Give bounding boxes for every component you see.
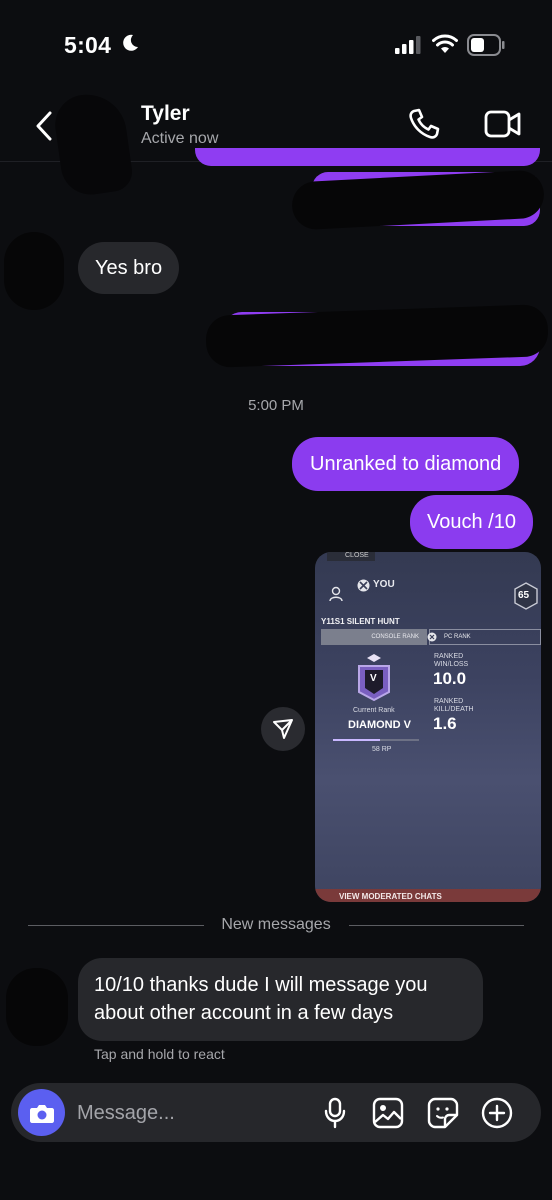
user-icon [329, 586, 343, 602]
level-value: 65 [518, 590, 530, 601]
rank-progress-fill [333, 739, 381, 741]
rank-points: 58 RP [372, 746, 392, 753]
redacted-message [195, 148, 540, 166]
message-text: Unranked to diamond [310, 453, 502, 475]
status-bar: 5:04 [0, 0, 552, 90]
avatar [6, 968, 68, 1046]
winloss-label: WIN/LOSS [434, 661, 469, 668]
message-bubble-incoming[interactable]: Yes bro [78, 242, 180, 294]
wifi-icon [432, 34, 458, 53]
camera-button[interactable] [18, 1089, 65, 1136]
avatar[interactable] [51, 89, 135, 199]
message-bubble-incoming[interactable]: 10/10 thanks dude I will message you abo… [78, 958, 483, 1041]
xbox-icon [357, 579, 370, 592]
share-button[interactable] [261, 707, 305, 751]
phone-icon[interactable] [406, 106, 442, 142]
game-season-title: Y11S1 SILENT HUNT [321, 617, 400, 626]
contact-status: Active now [141, 130, 219, 147]
message-timestamp: 5:00 PM [248, 397, 304, 414]
avatar [4, 232, 64, 310]
killdeath-value: 1.6 [433, 714, 457, 733]
sticker-icon[interactable] [427, 1097, 459, 1129]
game-you-label: YOU [373, 579, 395, 590]
rank-tabs: CONSOLE RANK PC RANK [321, 629, 541, 645]
close-circle-icon [427, 632, 437, 642]
message-bubble-outgoing[interactable]: Unranked to diamond [292, 437, 520, 491]
battery-icon [467, 34, 505, 56]
contact-name[interactable]: Tyler [141, 102, 190, 126]
microphone-icon[interactable] [323, 1097, 347, 1129]
rank-name: DIAMOND V [348, 719, 411, 731]
rank-progress-bar [333, 739, 419, 741]
game-close-label: CLOSE [327, 552, 375, 561]
shared-image-attachment[interactable]: CLOSE YOU 65 Y11S1 SILENT HUNT CONSOLE R… [315, 552, 541, 902]
killdeath-label: KILL/DEATH [434, 706, 474, 713]
tab-pc-rank[interactable]: PC RANK [429, 629, 541, 645]
divider-line [349, 925, 524, 926]
signal-icon [395, 36, 421, 54]
message-bubble-outgoing[interactable]: Vouch /10 [410, 495, 533, 549]
message-text: 10/10 thanks dude I will message you abo… [94, 974, 428, 1024]
back-chevron-icon [36, 111, 52, 141]
rank-letter: V [370, 673, 377, 684]
camera-icon [29, 1104, 54, 1123]
killdeath-label: RANKED [434, 698, 464, 705]
gallery-icon[interactable] [372, 1097, 404, 1129]
status-time: 5:04 [64, 32, 112, 58]
winloss-value: 10.0 [433, 669, 467, 688]
video-camera-icon[interactable] [484, 108, 522, 140]
moon-icon [123, 34, 138, 51]
message-text: Vouch /10 [427, 511, 516, 533]
message-composer [11, 1083, 541, 1142]
message-text: Yes bro [95, 257, 163, 279]
message-input[interactable] [77, 1098, 297, 1128]
winloss-label: RANKED [434, 653, 464, 660]
view-moderated-chats: VIEW MODERATED CHATS [315, 889, 541, 902]
share-arrow-icon [273, 719, 293, 739]
current-rank-label: Current Rank [353, 707, 395, 714]
react-hint: Tap and hold to react [94, 1046, 225, 1062]
tab-console-rank[interactable]: CONSOLE RANK [321, 629, 427, 645]
plus-circle-icon[interactable] [481, 1097, 513, 1129]
